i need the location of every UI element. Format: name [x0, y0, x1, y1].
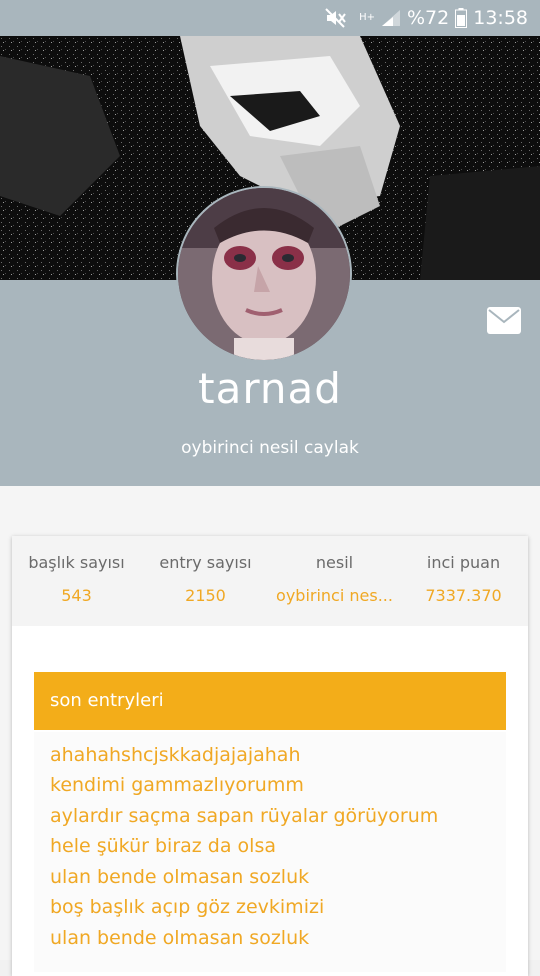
stat-label: başlık sayısı: [28, 553, 125, 572]
generation-label: oybirinci nesil caylak: [181, 438, 359, 458]
profile-card: başlık sayısı 543 entry sayısı 2150 nesi…: [12, 536, 528, 976]
entry-link[interactable]: aylardır saçma sapan rüyalar görüyorum: [50, 805, 438, 827]
status-bar: H+ %72 13:58: [0, 0, 540, 36]
clock: 13:58: [473, 7, 528, 29]
stats-row: başlık sayısı 543 entry sayısı 2150 nesi…: [12, 536, 528, 626]
entry-link[interactable]: ulan bende olmasan sozluk: [50, 927, 309, 949]
network-hplus-icon: H+: [359, 12, 375, 23]
entry-link[interactable]: ulan bende olmasan sozluk: [50, 866, 309, 888]
recent-entries-header: son entryleri: [34, 672, 506, 730]
stat-label: nesil: [315, 553, 354, 572]
stat-label: entry sayısı: [159, 553, 252, 572]
stat-topic-count[interactable]: başlık sayısı 543: [12, 536, 141, 605]
envelope-icon[interactable]: [487, 307, 521, 334]
entry-link[interactable]: hele şükür biraz da olsa: [50, 835, 276, 857]
entry-link[interactable]: kendimi gammazlıyorumm: [50, 774, 304, 796]
mute-icon: [325, 8, 347, 28]
status-icons: H+ %72 13:58: [325, 0, 528, 36]
stat-value: 7337.370: [425, 586, 502, 605]
stat-value: 2150: [185, 586, 226, 605]
battery-icon: [455, 8, 468, 28]
stat-entry-count[interactable]: entry sayısı 2150: [141, 536, 270, 605]
stat-value: oybirinci nes...: [276, 586, 393, 605]
stat-label: inci puan: [426, 553, 501, 572]
avatar[interactable]: [176, 186, 352, 362]
signal-icon: [381, 9, 401, 27]
stat-points[interactable]: inci puan 7337.370: [399, 536, 528, 605]
battery-percent: %72: [407, 7, 450, 29]
username: tarnad: [198, 364, 342, 413]
entry-link[interactable]: boş başlık açıp göz zevkimizi: [50, 896, 324, 918]
recent-entries-list: ahahahshcjskkadjajajahah kendimi gammazl…: [34, 732, 506, 972]
stat-value: 543: [61, 586, 92, 605]
entry-link[interactable]: ahahahshcjskkadjajajahah: [50, 744, 301, 766]
stat-generation[interactable]: nesil oybirinci nes...: [270, 536, 399, 605]
